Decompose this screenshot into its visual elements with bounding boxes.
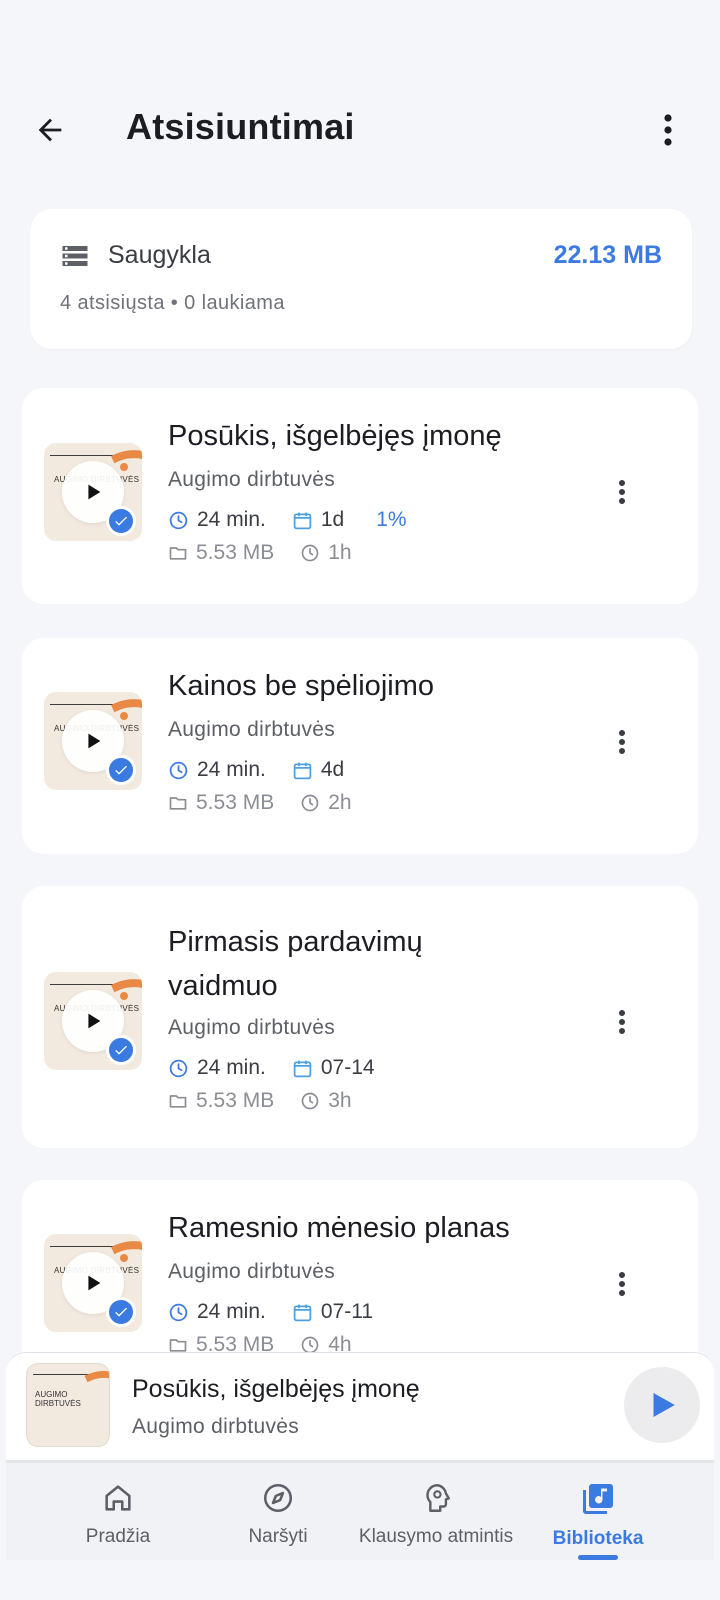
episode-author: Augimo dirbtuvės [168,1260,336,1283]
nav-item-home[interactable]: Pradžia [38,1481,198,1548]
page-title: Atsisiuntimai [126,106,355,147]
time-ago-icon [301,544,319,562]
episode-author: Augimo dirbtuvės [168,468,336,491]
episode-menu-button[interactable] [604,1000,640,1044]
calendar-icon [293,512,312,529]
episode-date: 07-11 [320,1300,374,1323]
episode-author: Augimo dirbtuvės [168,718,336,741]
nav-label-library: Biblioteka [552,1528,644,1549]
clock-icon [169,761,188,779]
nav-item-library[interactable]: Biblioteka [518,1481,678,1550]
episode-title: Kainos be spėliojimo [168,670,434,702]
storage-card: Saugykla 22.13 MB 4 atsisiųsta • 0 lauki… [30,209,692,349]
clock-icon [169,1059,188,1077]
home-icon [105,1485,131,1511]
mini-player[interactable]: AUGIMO DIRBTUVĖS Posūkis, išgelbėjęs įmo… [6,1352,714,1462]
episode-menu-button[interactable] [604,470,640,514]
calendar-icon [293,762,312,779]
play-icon [88,1275,101,1291]
bottom-navigation: Pradžia Naršyti Klausymo atmintis Biblio… [6,1460,714,1560]
episode-file-meta: 5.53 MB 3h [168,1089,378,1113]
episode-meta: 24 min. 07-14 [168,1056,401,1080]
library-music-icon [583,1484,613,1514]
play-icon [653,1392,675,1418]
more-vert-icon [619,1272,625,1296]
folder-icon [169,1095,187,1108]
episode-author: Augimo dirbtuvės [168,1016,336,1039]
file-size: 5.53 MB [196,791,275,814]
episode-date: 1d [320,508,345,531]
downloaded-ago: 2h [328,791,352,814]
player-author: Augimo dirbtuvės [132,1415,300,1438]
time-ago-icon [301,794,319,812]
episode-card[interactable]: AUGIMO DIRBTUVĖS Kainos be spėliojimo Au… [22,638,698,854]
check-icon [115,516,127,526]
episode-duration: 24 min. [197,758,266,781]
nav-label-browse: Naršyti [248,1526,308,1547]
episode-meta: 24 min. 1d 1% [168,508,407,532]
episode-file-meta: 5.53 MB 1h [168,541,378,565]
player-cover-text: AUGIMO DIRBTUVĖS [35,1390,81,1408]
download-summary: 4 atsisiųsta • 0 laukiama [60,292,285,314]
check-icon [115,1307,127,1317]
play-icon [88,733,101,749]
check-icon [115,765,127,775]
episode-title: Pirmasis pardavimų vaidmuo [168,926,423,1002]
episode-card[interactable]: AUGIMO DIRBTUVĖS Pirmasis pardavimų vaid… [22,886,698,1148]
clock-icon [169,1303,188,1321]
player-play-button[interactable] [624,1367,700,1443]
episode-meta: 24 min. 4d [168,758,370,782]
head-brain-icon [426,1484,450,1512]
listen-progress: 1% [376,508,407,531]
downloaded-badge [106,755,136,785]
file-size: 5.53 MB [196,541,275,564]
episode-title: Ramesnio mėnesio planas [168,1212,510,1244]
check-icon [115,1045,127,1055]
calendar-icon [293,1304,312,1321]
nav-item-listening-memory[interactable]: Klausymo atmintis [346,1481,526,1548]
episode-duration: 24 min. [197,1300,266,1323]
nav-item-browse[interactable]: Naršyti [198,1481,358,1548]
overflow-menu-button[interactable] [646,108,690,152]
player-cover[interactable]: AUGIMO DIRBTUVĖS [26,1363,110,1447]
downloaded-ago: 3h [328,1089,352,1112]
back-button[interactable] [28,108,72,152]
arrow-left-icon [38,118,62,142]
episode-file-meta: 5.53 MB 2h [168,791,378,815]
time-ago-icon [301,1092,319,1110]
folder-icon [169,797,187,810]
episode-duration: 24 min. [197,508,266,531]
more-vert-icon [619,730,625,754]
active-tab-indicator [578,1555,618,1560]
more-vert-icon [664,114,672,146]
play-icon [88,1013,101,1029]
folder-icon [169,547,187,560]
downloaded-badge [106,1297,136,1327]
nav-label-listening-memory: Klausymo atmintis [358,1526,514,1547]
app-header: Atsisiuntimai [0,90,720,170]
episode-menu-button[interactable] [604,1262,640,1306]
more-vert-icon [619,1010,625,1034]
storage-size: 22.13 MB [553,241,662,269]
compass-icon [263,1483,293,1513]
nav-label-home: Pradžia [85,1526,151,1547]
clock-icon [169,511,188,529]
episode-date: 4d [320,758,345,781]
file-size: 5.53 MB [196,1089,275,1112]
episode-menu-button[interactable] [604,720,640,764]
storage-icon [62,246,88,266]
downloaded-badge [106,506,136,536]
downloaded-ago: 1h [328,541,352,564]
episode-duration: 24 min. [197,1056,266,1079]
more-vert-icon [619,480,625,504]
storage-label: Saugykla [108,241,211,269]
calendar-icon [293,1060,312,1077]
episode-date: 07-14 [320,1056,375,1079]
episode-title: Posūkis, išgelbėjęs įmonę [168,420,502,452]
episode-card[interactable]: AUGIMO DIRBTUVĖS Posūkis, išgelbėjęs įmo… [22,388,698,604]
episode-meta: 24 min. 07-11 [168,1300,399,1324]
downloaded-badge [106,1035,136,1065]
player-title: Posūkis, išgelbėjęs įmonę [132,1375,420,1403]
play-icon [88,484,101,500]
